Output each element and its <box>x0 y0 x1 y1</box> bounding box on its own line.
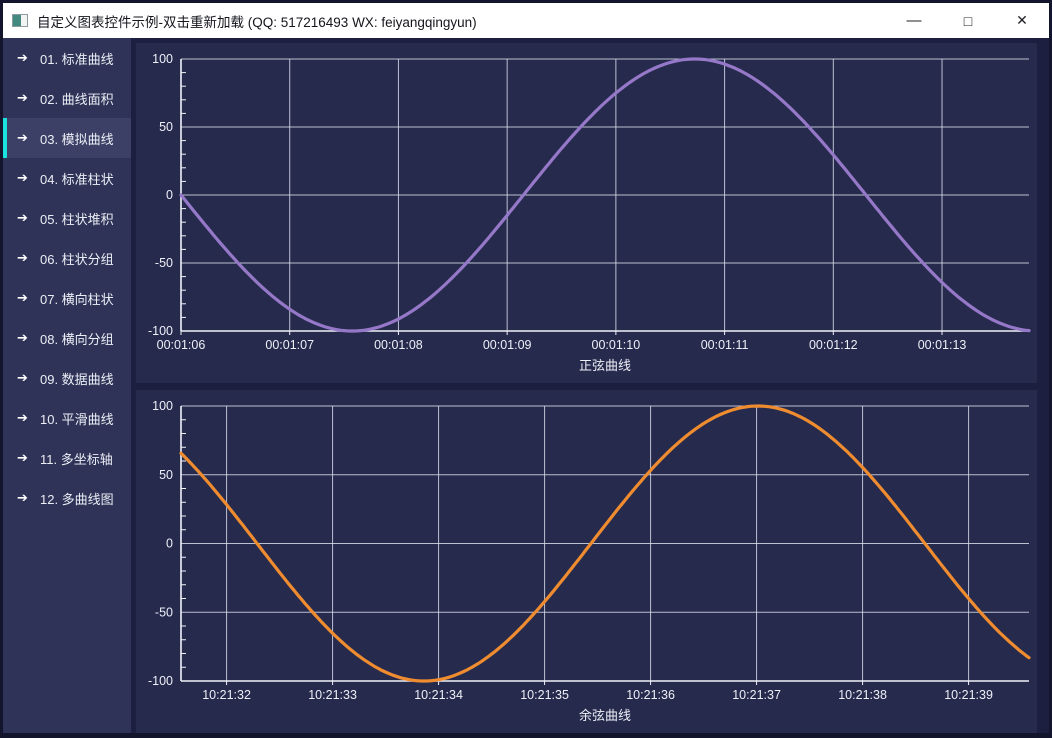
arrow-right-icon: ➔ <box>17 210 33 226</box>
svg-text:10:21:33: 10:21:33 <box>308 688 357 702</box>
arrow-right-icon: ➔ <box>17 250 33 266</box>
titlebar: 自定义图表控件示例-双击重新加载 (QQ: 517216493 WX: feiy… <box>3 3 1049 38</box>
svg-text:10:21:32: 10:21:32 <box>202 688 251 702</box>
svg-text:100: 100 <box>152 52 173 66</box>
sine-chart-panel[interactable]: 100 50 0 -50 -10000:01:06 00:01:07 00:01:08 00:… <box>136 43 1037 383</box>
arrow-right-icon: ➔ <box>17 170 33 186</box>
grid-lines <box>181 406 1029 681</box>
tick-marks <box>181 420 969 685</box>
svg-text:00:01:12: 00:01:12 <box>809 338 858 352</box>
svg-text:-50: -50 <box>155 605 173 619</box>
svg-text:0: 0 <box>166 188 173 202</box>
app-body: ➔ 01. 标准曲线 ➔ 02. 曲线面积 ➔ 03. 模拟曲线 ➔ 04. 标准柱状 ➔ 05.… <box>3 38 1049 733</box>
app-window: 自定义图表控件示例-双击重新加载 (QQ: 517216493 WX: feiy… <box>0 0 1052 738</box>
axis-title: 正弦曲线 <box>579 358 631 373</box>
svg-text:00:01:13: 00:01:13 <box>918 338 967 352</box>
svg-text:10:21:35: 10:21:35 <box>520 688 569 702</box>
svg-text:-100: -100 <box>148 324 173 338</box>
sidebar-item-label: 04. 标准柱状 <box>40 169 114 188</box>
sidebar-item-label: 01. 标准曲线 <box>40 49 114 68</box>
sidebar-item-07[interactable]: ➔ 07. 横向柱状 <box>3 278 131 318</box>
svg-text:00:01:08: 00:01:08 <box>374 338 423 352</box>
svg-text:10:21:37: 10:21:37 <box>732 688 781 702</box>
arrow-right-icon: ➔ <box>17 450 33 466</box>
app-icon <box>12 14 28 27</box>
sidebar-item-label: 09. 数据曲线 <box>40 369 114 388</box>
sidebar-item-04[interactable]: ➔ 04. 标准柱状 <box>3 158 131 198</box>
svg-text:50: 50 <box>159 120 173 134</box>
sidebar-item-09[interactable]: ➔ 09. 数据曲线 <box>3 358 131 398</box>
tick-labels: 100 50 0 -50 -100 10:21:32 10:21:33 10:21:34 10:… <box>148 399 993 702</box>
sidebar-item-label: 10. 平滑曲线 <box>40 409 114 428</box>
sidebar: ➔ 01. 标准曲线 ➔ 02. 曲线面积 ➔ 03. 模拟曲线 ➔ 04. 标准柱状 ➔ 05.… <box>3 38 131 733</box>
sidebar-item-08[interactable]: ➔ 08. 横向分组 <box>3 318 131 358</box>
sidebar-item-label: 06. 柱状分组 <box>40 249 114 268</box>
sidebar-item-label: 02. 曲线面积 <box>40 89 114 108</box>
sidebar-item-label: 08. 横向分组 <box>40 329 114 348</box>
maximize-button[interactable]: □ <box>941 3 995 38</box>
arrow-right-icon: ➔ <box>17 90 33 106</box>
arrow-right-icon: ➔ <box>17 370 33 386</box>
svg-text:10:21:36: 10:21:36 <box>626 688 675 702</box>
sidebar-item-02[interactable]: ➔ 02. 曲线面积 <box>3 78 131 118</box>
sidebar-item-01[interactable]: ➔ 01. 标准曲线 <box>3 38 131 78</box>
tick-marks <box>181 73 942 335</box>
svg-text:00:01:06: 00:01:06 <box>157 338 206 352</box>
sidebar-item-label: 12. 多曲线图 <box>40 489 114 508</box>
arrow-right-icon: ➔ <box>17 290 33 306</box>
arrow-right-icon: ➔ <box>17 490 33 506</box>
arrow-right-icon: ➔ <box>17 410 33 426</box>
window-title: 自定义图表控件示例-双击重新加载 (QQ: 517216493 WX: feiy… <box>37 11 477 31</box>
svg-text:00:01:11: 00:01:11 <box>701 338 749 352</box>
sidebar-item-label: 07. 横向柱状 <box>40 289 114 308</box>
svg-text:10:21:34: 10:21:34 <box>414 688 463 702</box>
sidebar-item-11[interactable]: ➔ 11. 多坐标轴 <box>3 438 131 478</box>
sine-chart[interactable]: 100 50 0 -50 -10000:01:06 00:01:07 00:01:08 00:… <box>136 43 1037 383</box>
close-button[interactable]: ✕ <box>995 3 1049 38</box>
content-area: 100500-50-10000:01:0600:01:0700:01:0800:… <box>131 38 1049 733</box>
sidebar-item-12[interactable]: ➔ 12. 多曲线图 <box>3 478 131 518</box>
tick-labels: 100 50 0 -50 -10000:01:06 00:01:07 00:01:08 00:… <box>148 52 966 352</box>
svg-text:00:01:10: 00:01:10 <box>592 338 641 352</box>
sidebar-item-06[interactable]: ➔ 06. 柱状分组 <box>3 238 131 278</box>
sidebar-item-03[interactable]: ➔ 03. 模拟曲线 <box>3 118 131 158</box>
sidebar-item-label: 05. 柱状堆积 <box>40 209 114 228</box>
window-controls: — □ ✕ <box>887 3 1049 38</box>
svg-text:00:01:09: 00:01:09 <box>483 338 532 352</box>
arrow-right-icon: ➔ <box>17 50 33 66</box>
cosine-chart[interactable]: 100 50 0 -50 -100 10:21:32 10:21:33 10:21:34 10:… <box>136 390 1037 733</box>
sidebar-item-10[interactable]: ➔ 10. 平滑曲线 <box>3 398 131 438</box>
sidebar-item-05[interactable]: ➔ 05. 柱状堆积 <box>3 198 131 238</box>
svg-text:100: 100 <box>152 399 173 413</box>
svg-text:10:21:38: 10:21:38 <box>838 688 887 702</box>
svg-text:-50: -50 <box>155 256 173 270</box>
arrow-right-icon: ➔ <box>17 130 33 146</box>
svg-text:-100: -100 <box>148 674 173 688</box>
svg-text:10:21:39: 10:21:39 <box>944 688 993 702</box>
svg-text:50: 50 <box>159 468 173 482</box>
grid-lines <box>181 59 1029 331</box>
cosine-chart-panel[interactable]: 100 50 0 -50 -100 10:21:32 10:21:33 10:21:34 10:… <box>136 390 1037 733</box>
axis-title: 余弦曲线 <box>579 708 631 723</box>
svg-text:00:01:07: 00:01:07 <box>265 338 314 352</box>
sidebar-item-label: 03. 模拟曲线 <box>40 129 114 148</box>
minimize-button[interactable]: — <box>887 3 941 42</box>
arrow-right-icon: ➔ <box>17 330 33 346</box>
svg-text:0: 0 <box>166 537 173 551</box>
sidebar-item-label: 11. 多坐标轴 <box>40 449 113 468</box>
